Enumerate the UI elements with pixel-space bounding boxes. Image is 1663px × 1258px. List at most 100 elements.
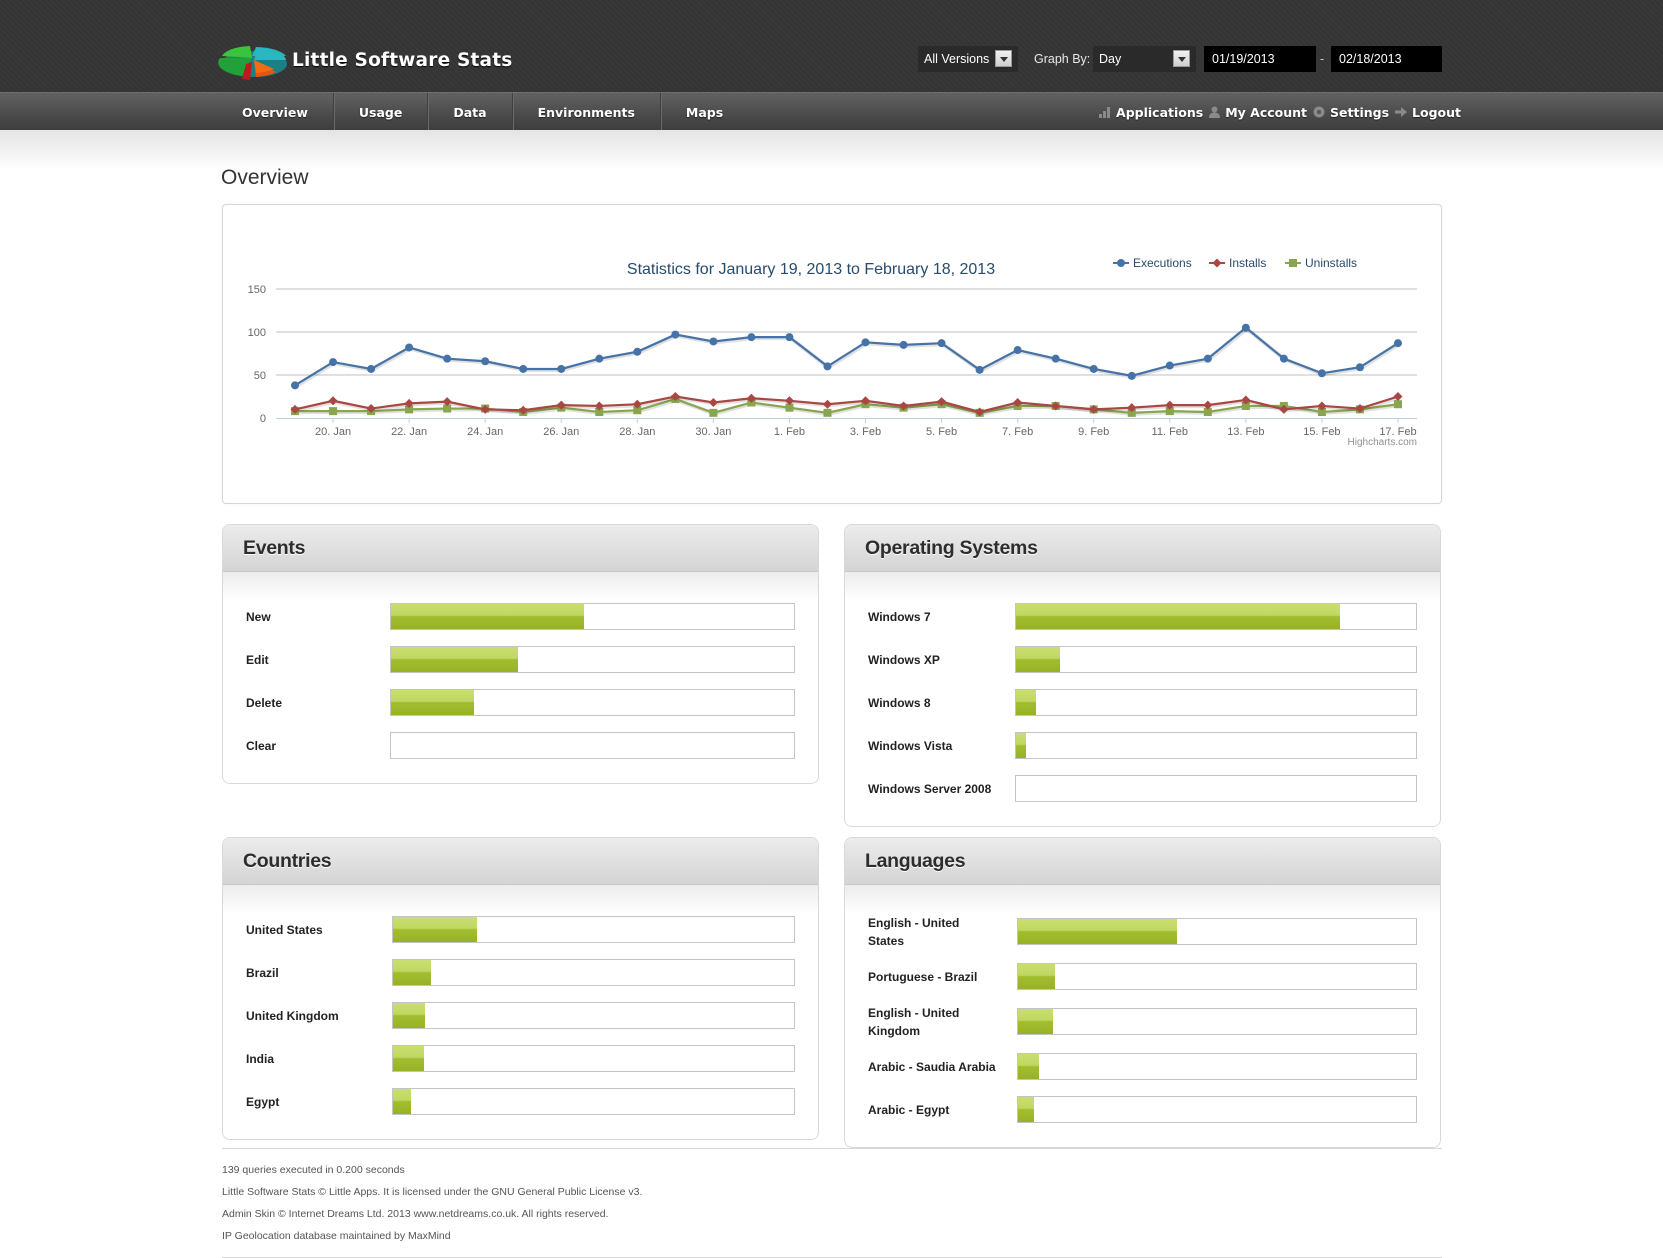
data-point (1355, 363, 1364, 372)
progress-bar (1015, 603, 1417, 630)
data-point (329, 407, 338, 416)
progress-bar-fill (393, 917, 478, 942)
footer-skin-credit: Admin Skin © Internet Dreams Ltd. 2013 w… (222, 1208, 609, 1220)
row-label: Delete (246, 695, 283, 710)
footer-license: Little Software Stats © Little Apps. It … (222, 1186, 643, 1198)
nav-settings-label: Settings (1330, 104, 1390, 120)
end-date-input[interactable]: 02/18/2013 (1331, 46, 1442, 72)
progress-bar-fill (1016, 733, 1026, 758)
list-item: United Kingdom (223, 994, 818, 1037)
graph-by-select[interactable]: Day (1093, 46, 1196, 72)
countries-panel: Countries United States Brazil United King… (222, 837, 819, 1140)
progress-bar-fill (1018, 1009, 1053, 1034)
nav-applications[interactable]: Applications (1099, 105, 1203, 120)
languages-panel-title: Languages (865, 849, 966, 872)
nav-settings[interactable]: Settings (1313, 105, 1389, 120)
data-point (1212, 258, 1222, 268)
list-item: Portuguese - Brazil (845, 955, 1440, 998)
progress-bar-fill (391, 647, 518, 672)
version-select-value: All Versions (924, 52, 990, 66)
data-point (708, 398, 718, 408)
x-tick-label: 13. Feb (1227, 426, 1264, 438)
progress-bar (1017, 1053, 1417, 1080)
x-tick-label: 1. Feb (774, 426, 805, 438)
row-label: United States (246, 922, 323, 937)
nav-environments[interactable]: Environments (513, 93, 661, 131)
row-label: Windows Vista (868, 738, 953, 753)
data-point (823, 408, 832, 417)
y-tick-label: 100 (248, 327, 266, 339)
row-label: Brazil (246, 965, 279, 980)
data-point (1013, 346, 1022, 355)
x-tick-label: 7. Feb (1002, 426, 1033, 438)
progress-bar (1015, 646, 1417, 673)
gear-icon (1313, 106, 1325, 118)
footer-geolocation: IP Geolocation database maintained by Ma… (222, 1230, 451, 1242)
data-point (443, 354, 452, 363)
row-label: Windows XP (868, 652, 940, 667)
data-point (367, 364, 376, 373)
legend-item-executions[interactable]: Executions (1113, 256, 1192, 270)
data-point (1117, 259, 1125, 267)
arrow-right-icon (1395, 107, 1408, 117)
progress-bar (1017, 963, 1417, 990)
data-point (823, 362, 832, 371)
list-item: Windows Vista (845, 724, 1440, 767)
date-separator: - (1320, 52, 1325, 66)
row-label: Edit (246, 652, 269, 667)
progress-bar (1017, 1096, 1417, 1123)
start-date-input[interactable]: 01/19/2013 (1204, 46, 1316, 72)
nav-logout-label: Logout (1412, 104, 1461, 120)
data-point (1279, 354, 1288, 363)
chart-credit[interactable]: Highcharts.com (1348, 437, 1417, 448)
row-label: Clear (246, 738, 277, 753)
nav-data[interactable]: Data (428, 93, 513, 131)
nav-maps[interactable]: Maps (661, 93, 748, 131)
footer-divider (222, 1148, 1442, 1149)
y-tick-label: 0 (260, 413, 266, 425)
countries-panel-title: Countries (243, 849, 332, 872)
progress-bar (1017, 1008, 1417, 1035)
x-tick-label: 26. Jan (543, 426, 579, 438)
footer-queries: 139 queries executed in 0.200 seconds (222, 1164, 405, 1176)
data-point (1127, 371, 1136, 380)
version-select[interactable]: All Versions (918, 46, 1018, 72)
nav-applications-label: Applications (1116, 104, 1204, 120)
progress-bar-fill (1018, 1054, 1040, 1079)
data-point (937, 339, 946, 348)
progress-bar-fill (391, 604, 585, 629)
row-label: Windows 8 (868, 695, 931, 710)
legend-item-uninstalls[interactable]: Uninstalls (1285, 256, 1357, 270)
row-label: English - United States (868, 915, 960, 948)
x-tick-label: 24. Jan (467, 426, 503, 438)
data-point (709, 337, 718, 346)
nav-logout[interactable]: Logout (1395, 105, 1461, 120)
header-shade (0, 130, 1663, 170)
data-point (1393, 339, 1402, 348)
events-panel-title: Events (243, 536, 306, 559)
nav-my-account[interactable]: My Account (1209, 105, 1307, 120)
progress-bar (390, 646, 795, 673)
x-tick-label: 28. Jan (619, 426, 655, 438)
pie-chart-logo-icon (218, 46, 287, 80)
x-tick-label: 22. Jan (391, 426, 427, 438)
main-nav: Overview Usage Data Environments Maps Ap… (0, 92, 1663, 131)
graph-by-value: Day (1099, 52, 1122, 66)
data-point (1241, 323, 1250, 332)
legend-label: Executions (1133, 256, 1192, 270)
list-item: English - United Kingdom (845, 998, 1440, 1045)
legend-item-installs[interactable]: Installs (1209, 256, 1266, 270)
x-tick-label: 3. Feb (850, 426, 881, 438)
data-point (1393, 400, 1402, 409)
data-point (1051, 354, 1060, 363)
row-label: New (246, 609, 271, 624)
nav-usage[interactable]: Usage (334, 93, 429, 131)
nav-overview[interactable]: Overview (217, 93, 334, 131)
row-label: English - United Kingdom (868, 1005, 960, 1038)
legend-label: Uninstalls (1305, 256, 1357, 270)
progress-bar (392, 1088, 795, 1115)
graph-by-label: Graph By: (1034, 52, 1091, 66)
x-tick-label: 9. Feb (1078, 426, 1109, 438)
data-point (861, 338, 870, 347)
page-title: Overview (221, 166, 309, 189)
